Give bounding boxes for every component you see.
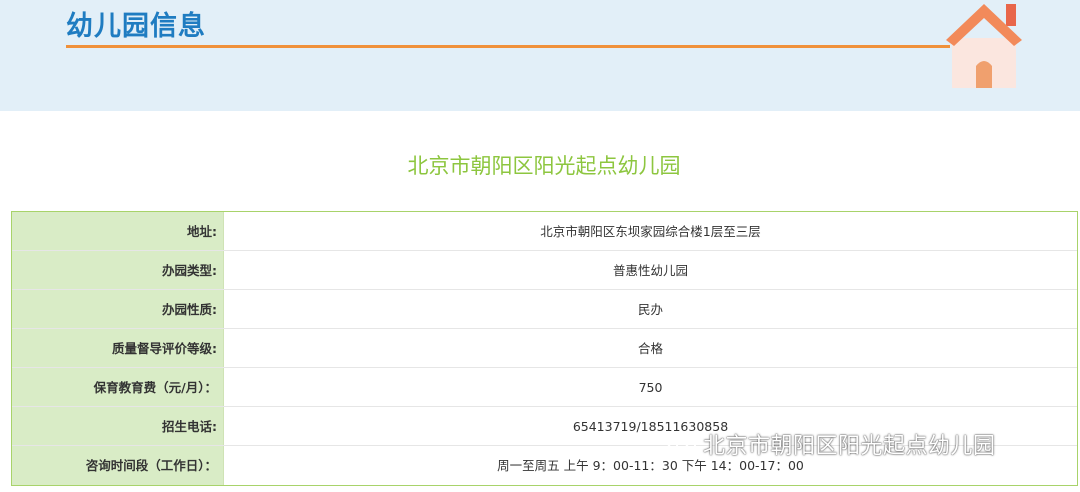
row-value: 合格 bbox=[637, 341, 663, 356]
row-label: 咨询时间段（工作日）： bbox=[12, 446, 224, 485]
watermark: 北京市朝阳区阳光起点幼儿园 bbox=[667, 426, 996, 462]
info-row-fee: 保育教育费（元/月）： 750 bbox=[12, 368, 1077, 407]
wechat-icon bbox=[667, 433, 696, 454]
title-underline bbox=[66, 45, 950, 48]
house-icon bbox=[946, 4, 1022, 88]
row-label: 招生电话: bbox=[12, 407, 224, 445]
watermark-text: 北京市朝阳区阳光起点幼儿园 bbox=[703, 434, 996, 459]
info-row-nature: 办园性质: 民办 bbox=[12, 290, 1077, 329]
row-value: 北京市朝阳区东坝家园综合楼1层至三层 bbox=[540, 224, 761, 239]
page-header: 幼儿园信息 bbox=[0, 0, 1080, 111]
row-value: 750 bbox=[638, 380, 663, 395]
row-label: 办园性质: bbox=[12, 290, 224, 328]
info-row-type: 办园类型: 普惠性幼儿园 bbox=[12, 251, 1077, 290]
page-title: 幼儿园信息 bbox=[66, 11, 206, 42]
row-label: 地址: bbox=[12, 212, 224, 250]
kindergarten-name: 北京市朝阳区阳光起点幼儿园 bbox=[407, 154, 681, 178]
info-row-rating: 质量督导评价等级: 合格 bbox=[12, 329, 1077, 368]
row-label: 办园类型: bbox=[12, 251, 224, 289]
row-value: 民办 bbox=[637, 302, 663, 317]
row-label: 质量督导评价等级: bbox=[12, 329, 224, 367]
row-label: 保育教育费（元/月）： bbox=[12, 368, 224, 406]
row-value: 普惠性幼儿园 bbox=[612, 263, 688, 278]
info-row-address: 地址: 北京市朝阳区东坝家园综合楼1层至三层 bbox=[12, 212, 1077, 251]
